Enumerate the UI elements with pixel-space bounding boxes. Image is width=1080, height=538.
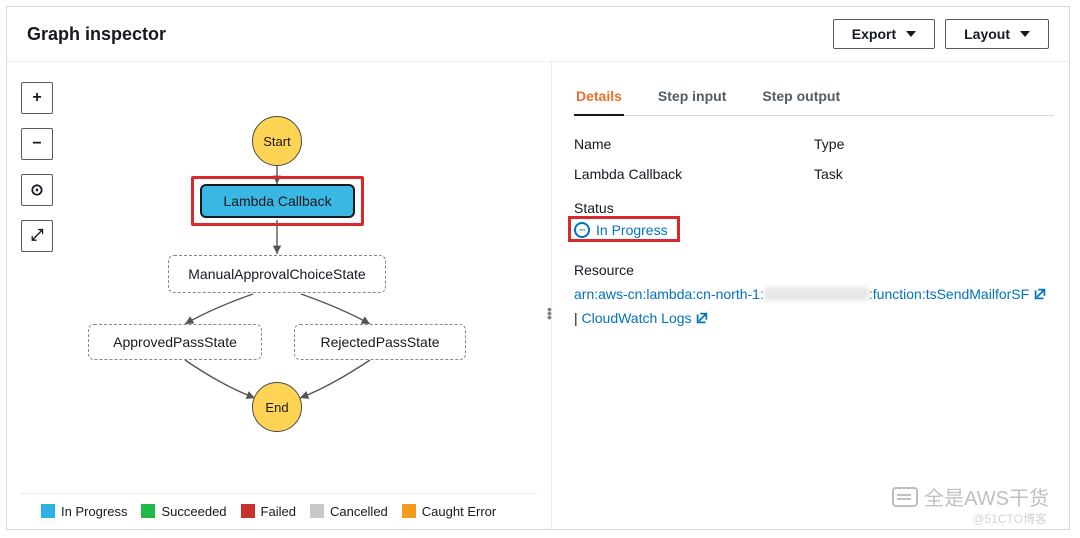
panel-title: Graph inspector [27,24,166,45]
legend-failed: Failed [241,504,296,519]
panel-body: + − ⊙ ⤢ [7,62,1069,529]
panel-header: Graph inspector Export Layout [7,7,1069,62]
caret-down-icon [906,31,916,37]
layout-label: Layout [964,26,1010,42]
square-icon [241,504,255,518]
status-value: ··· In Progress [574,222,668,238]
separator: | [574,310,582,326]
zoom-out-button[interactable]: − [21,128,53,160]
status-text: In Progress [596,222,668,238]
fullscreen-button[interactable]: ⤢ [21,220,53,252]
plus-icon: + [32,89,41,107]
status-wrap: ··· In Progress [574,220,668,238]
target-icon: ⊙ [30,180,43,200]
layout-button[interactable]: Layout [945,19,1049,49]
external-link-icon [1033,284,1047,298]
external-link-icon [695,308,709,322]
graph-pane: + − ⊙ ⤢ [7,62,552,529]
legend-succeeded: Succeeded [141,504,226,519]
node-start[interactable]: Start [252,116,302,166]
tab-step-input[interactable]: Step input [656,78,728,115]
center-button[interactable]: ⊙ [21,174,53,206]
node-choice-label: ManualApprovalChoiceState [188,266,365,282]
node-approved-pass[interactable]: ApprovedPassState [88,324,262,360]
expand-icon: ⤢ [31,227,44,245]
tab-details[interactable]: Details [574,78,624,116]
node-start-label: Start [263,134,290,149]
square-icon [310,504,324,518]
node-end-label: End [265,400,288,415]
cloudwatch-logs-link[interactable]: CloudWatch Logs [582,310,710,326]
row-values: Lambda Callback Task [574,166,1054,182]
square-icon [41,504,55,518]
export-label: Export [852,26,896,42]
graph-inspector-panel: Graph inspector Export Layout + − ⊙ ⤢ [6,6,1070,530]
legend-caught-error: Caught Error [402,504,496,519]
minus-icon: − [32,135,41,153]
legend-cancelled: Cancelled [310,504,388,519]
name-value: Lambda Callback [574,166,814,182]
square-icon [141,504,155,518]
resource-suffix: :function:tsSendMailforSF [869,286,1029,302]
name-label: Name [574,136,814,152]
resource-block: Resource arn:aws-cn:lambda:cn-north-1: :f… [574,258,1054,330]
details-pane: ••• Details Step input Step output Name … [552,62,1076,529]
node-lambda-callback[interactable]: Lambda Callback [200,184,355,218]
export-button[interactable]: Export [833,19,935,49]
header-actions: Export Layout [833,19,1049,49]
node-end[interactable]: End [252,382,302,432]
legend: In Progress Succeeded Failed Cancelled C… [21,493,537,523]
row-labels: Name Type [574,136,1054,156]
redacted-account-id [764,287,869,301]
type-value: Task [814,166,1054,182]
tabs: Details Step input Step output [574,72,1054,116]
square-icon [402,504,416,518]
type-label: Type [814,136,1054,152]
node-rejected-pass[interactable]: RejectedPassState [294,324,466,360]
tab-step-output[interactable]: Step output [760,78,842,115]
zoom-in-button[interactable]: + [21,82,53,114]
resource-prefix: arn:aws-cn:lambda:cn-north-1: [574,286,764,302]
caret-down-icon [1020,31,1030,37]
node-manual-approval-choice[interactable]: ManualApprovalChoiceState [168,255,386,293]
node-rejected-label: RejectedPassState [320,334,439,350]
node-lambda-label: Lambda Callback [223,193,331,209]
resize-grip-icon[interactable]: ••• [547,307,553,319]
graph-toolbar: + − ⊙ ⤢ [21,82,53,252]
resource-arn-link[interactable]: arn:aws-cn:lambda:cn-north-1: :function:t… [574,286,1047,302]
cloudwatch-label: CloudWatch Logs [582,310,692,326]
status-label: Status [574,200,1054,216]
legend-in-progress: In Progress [41,504,127,519]
node-approved-label: ApprovedPassState [113,334,237,350]
resource-label: Resource [574,258,1054,282]
in-progress-icon: ··· [574,222,590,238]
